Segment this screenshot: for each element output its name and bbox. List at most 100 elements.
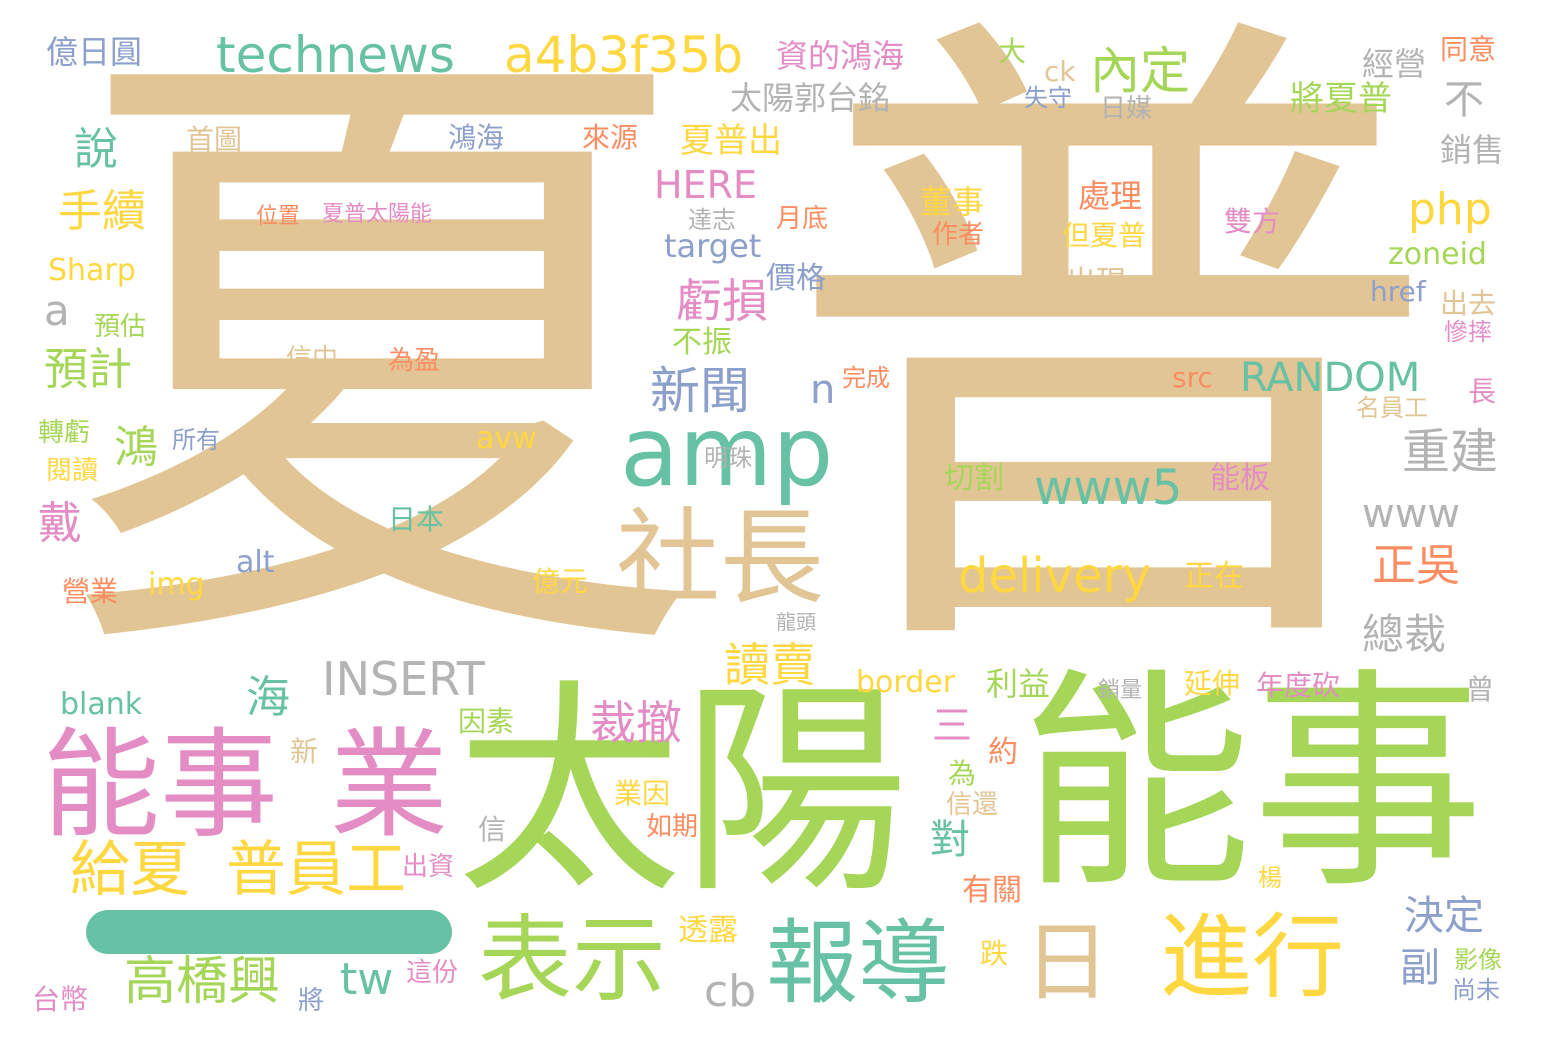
- word: 價格: [766, 261, 826, 296]
- word: 長: [1468, 375, 1497, 408]
- word: 透露: [678, 913, 738, 948]
- word: 海: [246, 672, 290, 723]
- word: ck: [1044, 55, 1076, 88]
- word: 經營: [1362, 45, 1427, 83]
- word: 夏普出: [680, 121, 782, 161]
- word: 報導: [766, 910, 951, 1017]
- word: 有關: [962, 873, 1022, 908]
- word: 失守: [1024, 84, 1072, 112]
- word: 為: [948, 757, 977, 790]
- word: 能事: [1020, 649, 1485, 919]
- word: 太陽郭台銘: [730, 79, 891, 117]
- word: 裁撤: [590, 696, 682, 750]
- word: 雙方: [1224, 205, 1281, 238]
- word: 影像: [1454, 946, 1502, 974]
- word: cb: [704, 966, 757, 1017]
- word: n: [810, 367, 836, 413]
- word: 能事: [42, 716, 279, 854]
- word: 億元: [532, 565, 589, 598]
- word: target: [664, 227, 762, 265]
- word: src: [1172, 361, 1213, 394]
- word: 完成: [842, 364, 890, 392]
- word: alt: [236, 545, 275, 580]
- word: 曾: [1466, 673, 1495, 706]
- word: INSERT: [322, 652, 485, 706]
- word: 因素: [458, 705, 515, 738]
- word: 表示: [478, 906, 667, 1015]
- word: technews: [216, 26, 455, 84]
- word: HERE: [654, 163, 757, 207]
- word: 手續: [58, 186, 146, 237]
- word: 業因: [614, 777, 671, 810]
- word: 高橋興: [124, 952, 281, 1012]
- word: img: [148, 567, 205, 602]
- word: 這份: [406, 958, 459, 988]
- word: 閱讀: [46, 456, 99, 486]
- word: 日媒: [1100, 94, 1153, 124]
- word: 夏普太陽能: [322, 202, 433, 227]
- word: 億日圓: [46, 33, 143, 71]
- word: 龍頭: [776, 610, 816, 634]
- word: 能板: [1210, 461, 1270, 496]
- word: 不: [1437, 78, 1483, 120]
- word: 銷售: [1440, 131, 1505, 169]
- word: 首圖: [186, 123, 243, 156]
- word: 為盈: [388, 346, 441, 376]
- word: 出現: [1066, 265, 1126, 300]
- word: 如期: [646, 812, 699, 842]
- word: 進行: [1160, 904, 1345, 1011]
- word: border: [856, 665, 956, 700]
- word: 新: [290, 735, 319, 768]
- word: 位置: [256, 204, 301, 229]
- word: RANDOM: [1240, 355, 1421, 401]
- word: 慘摔: [1444, 318, 1492, 346]
- word: href: [1370, 275, 1426, 308]
- word: 戴: [38, 498, 82, 549]
- word: 不振: [672, 325, 732, 360]
- word: 社長: [616, 497, 825, 619]
- word: blank: [60, 687, 143, 722]
- word: 業: [330, 716, 449, 854]
- word: 信中: [286, 344, 339, 374]
- word: 決定: [1404, 893, 1484, 939]
- word: tw: [340, 954, 394, 1005]
- word: 將: [298, 986, 325, 1016]
- word: 日: [1024, 913, 1110, 1013]
- word: 明珠: [704, 444, 752, 472]
- word: 信: [478, 813, 507, 846]
- word: 大: [998, 35, 1027, 68]
- word: 總裁: [1362, 610, 1447, 659]
- word: 利益: [986, 665, 1051, 703]
- word: 轉虧: [38, 418, 91, 448]
- word: 鴻: [114, 422, 158, 473]
- word: 約: [988, 735, 1018, 770]
- word: 名員工: [1356, 394, 1428, 422]
- word: zoneid: [1388, 237, 1487, 272]
- word: www: [1362, 491, 1461, 537]
- word: 讀賣: [724, 638, 816, 692]
- word: 說: [74, 124, 118, 175]
- word: 楊: [1258, 864, 1282, 892]
- word: 作者: [932, 220, 985, 250]
- word: 內定: [1090, 42, 1190, 100]
- word: 資的鴻海: [776, 37, 905, 75]
- word: 重建: [1402, 424, 1499, 480]
- word: 對: [930, 817, 970, 863]
- word: 信還: [946, 790, 999, 820]
- word: 出資: [402, 852, 455, 882]
- word: 日本: [388, 503, 445, 536]
- word: 銷量: [1098, 678, 1143, 703]
- word: 給夏: [70, 835, 190, 905]
- word: php: [1408, 184, 1492, 235]
- word: 副: [1400, 945, 1440, 991]
- word: www5: [1034, 460, 1183, 516]
- word: 尚未: [1452, 976, 1500, 1004]
- word: 出去: [1440, 287, 1497, 320]
- word: 來源: [582, 121, 639, 154]
- word: NUMBER: [918, 355, 1093, 401]
- word: 達志: [688, 206, 736, 234]
- word: 切割: [944, 461, 1004, 496]
- word: 所有: [172, 426, 220, 454]
- word: Sharp: [48, 253, 136, 288]
- word: a: [44, 286, 70, 335]
